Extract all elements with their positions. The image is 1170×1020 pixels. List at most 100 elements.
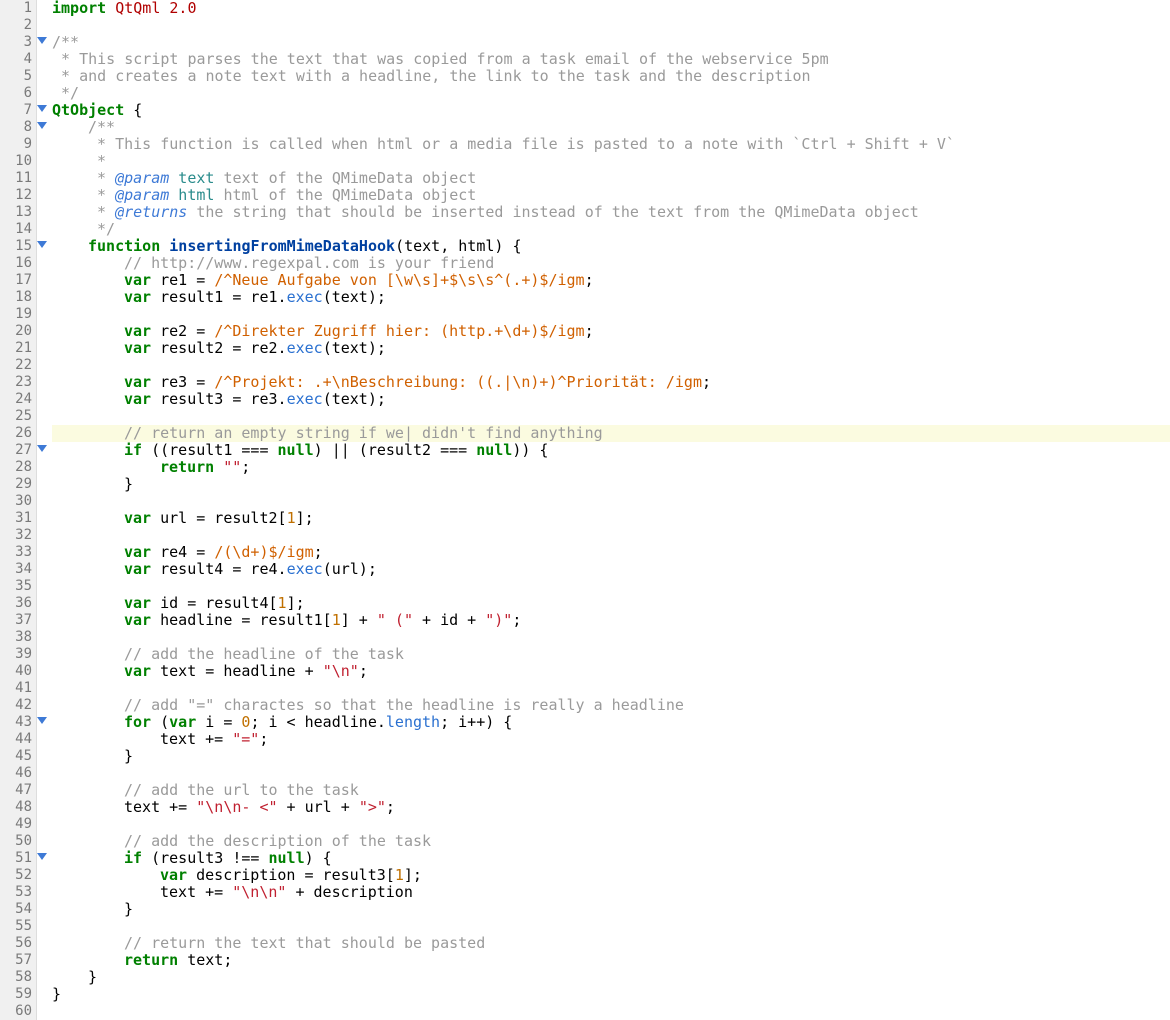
fold-cell[interactable] <box>36 136 50 153</box>
code-line[interactable]: * @param text text of the QMimeData obje… <box>52 170 1170 187</box>
fold-arrow-icon[interactable] <box>37 717 47 724</box>
fold-cell[interactable] <box>36 782 50 799</box>
code-line[interactable]: */ <box>52 221 1170 238</box>
code-line[interactable]: * This function is called when html or a… <box>52 136 1170 153</box>
code-line[interactable] <box>52 816 1170 833</box>
fold-cell[interactable] <box>36 799 50 816</box>
fold-arrow-icon[interactable] <box>37 241 47 248</box>
code-line[interactable]: } <box>52 986 1170 1003</box>
code-line[interactable] <box>52 1003 1170 1020</box>
fold-cell[interactable] <box>36 1003 50 1020</box>
code-line[interactable]: var id = result4[1]; <box>52 595 1170 612</box>
code-line[interactable]: * @param html html of the QMimeData obje… <box>52 187 1170 204</box>
fold-cell[interactable] <box>36 629 50 646</box>
fold-cell[interactable] <box>36 119 50 136</box>
code-line[interactable]: var re2 = /^Direkter Zugriff hier: (http… <box>52 323 1170 340</box>
fold-cell[interactable] <box>36 289 50 306</box>
code-line[interactable]: */ <box>52 85 1170 102</box>
code-line[interactable] <box>52 306 1170 323</box>
fold-cell[interactable] <box>36 867 50 884</box>
code-line[interactable]: var headline = result1[1] + " (" + id + … <box>52 612 1170 629</box>
code-area[interactable]: import QtQml 2.0 /** * This script parses… <box>52 0 1170 1020</box>
fold-cell[interactable] <box>36 51 50 68</box>
code-line[interactable]: // add the url to the task <box>52 782 1170 799</box>
code-line[interactable] <box>52 527 1170 544</box>
code-line[interactable]: var url = result2[1]; <box>52 510 1170 527</box>
fold-cell[interactable] <box>36 697 50 714</box>
fold-cell[interactable] <box>36 748 50 765</box>
fold-cell[interactable] <box>36 493 50 510</box>
code-line[interactable] <box>52 357 1170 374</box>
fold-cell[interactable] <box>36 578 50 595</box>
fold-arrow-icon[interactable] <box>37 445 47 452</box>
fold-cell[interactable] <box>36 935 50 952</box>
code-line[interactable]: * <box>52 153 1170 170</box>
fold-cell[interactable] <box>36 255 50 272</box>
code-line[interactable]: var result3 = re3.exec(text); <box>52 391 1170 408</box>
fold-cell[interactable] <box>36 408 50 425</box>
fold-arrow-icon[interactable] <box>37 105 47 112</box>
fold-cell[interactable] <box>36 0 50 17</box>
code-line[interactable]: function insertingFromMimeDataHook(text,… <box>52 238 1170 255</box>
fold-cell[interactable] <box>36 459 50 476</box>
code-line[interactable]: var result1 = re1.exec(text); <box>52 289 1170 306</box>
fold-cell[interactable] <box>36 765 50 782</box>
code-line[interactable]: var re4 = /(\d+)$/igm; <box>52 544 1170 561</box>
fold-cell[interactable] <box>36 102 50 119</box>
fold-cell[interactable] <box>36 510 50 527</box>
fold-cell[interactable] <box>36 969 50 986</box>
code-line[interactable]: // add the description of the task <box>52 833 1170 850</box>
code-line[interactable] <box>52 408 1170 425</box>
fold-cell[interactable] <box>36 544 50 561</box>
fold-cell[interactable] <box>36 663 50 680</box>
fold-cell[interactable] <box>36 595 50 612</box>
fold-cell[interactable] <box>36 714 50 731</box>
fold-cell[interactable] <box>36 34 50 51</box>
code-line[interactable] <box>52 578 1170 595</box>
fold-cell[interactable] <box>36 221 50 238</box>
code-line[interactable]: return ""; <box>52 459 1170 476</box>
code-line[interactable] <box>52 765 1170 782</box>
code-line[interactable]: * This script parses the text that was c… <box>52 51 1170 68</box>
code-line[interactable]: if ((result1 === null) || (result2 === n… <box>52 442 1170 459</box>
code-line[interactable]: text += "="; <box>52 731 1170 748</box>
code-line[interactable]: text += "\n\n" + description <box>52 884 1170 901</box>
fold-cell[interactable] <box>36 884 50 901</box>
fold-cell[interactable] <box>36 187 50 204</box>
code-line[interactable]: return text; <box>52 952 1170 969</box>
code-line[interactable]: } <box>52 476 1170 493</box>
fold-cell[interactable] <box>36 323 50 340</box>
code-line[interactable]: var re3 = /^Projekt: .+\nBeschreibung: (… <box>52 374 1170 391</box>
code-line[interactable]: for (var i = 0; i < headline.length; i++… <box>52 714 1170 731</box>
fold-cell[interactable] <box>36 357 50 374</box>
code-line[interactable]: * and creates a note text with a headlin… <box>52 68 1170 85</box>
fold-cell[interactable] <box>36 612 50 629</box>
fold-cell[interactable] <box>36 238 50 255</box>
code-line[interactable]: } <box>52 901 1170 918</box>
fold-cell[interactable] <box>36 731 50 748</box>
code-line[interactable] <box>52 629 1170 646</box>
code-line[interactable]: var text = headline + "\n"; <box>52 663 1170 680</box>
fold-arrow-icon[interactable] <box>37 853 47 860</box>
fold-cell[interactable] <box>36 204 50 221</box>
code-line[interactable] <box>52 493 1170 510</box>
code-line[interactable]: var result4 = re4.exec(url); <box>52 561 1170 578</box>
fold-cell[interactable] <box>36 153 50 170</box>
fold-cell[interactable] <box>36 833 50 850</box>
code-line[interactable] <box>52 680 1170 697</box>
code-line[interactable]: QtObject { <box>52 102 1170 119</box>
code-line[interactable]: } <box>52 969 1170 986</box>
fold-cell[interactable] <box>36 442 50 459</box>
fold-cell[interactable] <box>36 561 50 578</box>
fold-column[interactable] <box>36 0 50 1020</box>
code-line[interactable]: import QtQml 2.0 <box>52 0 1170 17</box>
code-line[interactable] <box>52 17 1170 34</box>
fold-cell[interactable] <box>36 646 50 663</box>
fold-cell[interactable] <box>36 816 50 833</box>
fold-cell[interactable] <box>36 68 50 85</box>
code-line[interactable]: // http://www.regexpal.com is your frien… <box>52 255 1170 272</box>
code-line[interactable]: /** <box>52 34 1170 51</box>
fold-cell[interactable] <box>36 901 50 918</box>
code-line[interactable]: // add the headline of the task <box>52 646 1170 663</box>
fold-cell[interactable] <box>36 391 50 408</box>
